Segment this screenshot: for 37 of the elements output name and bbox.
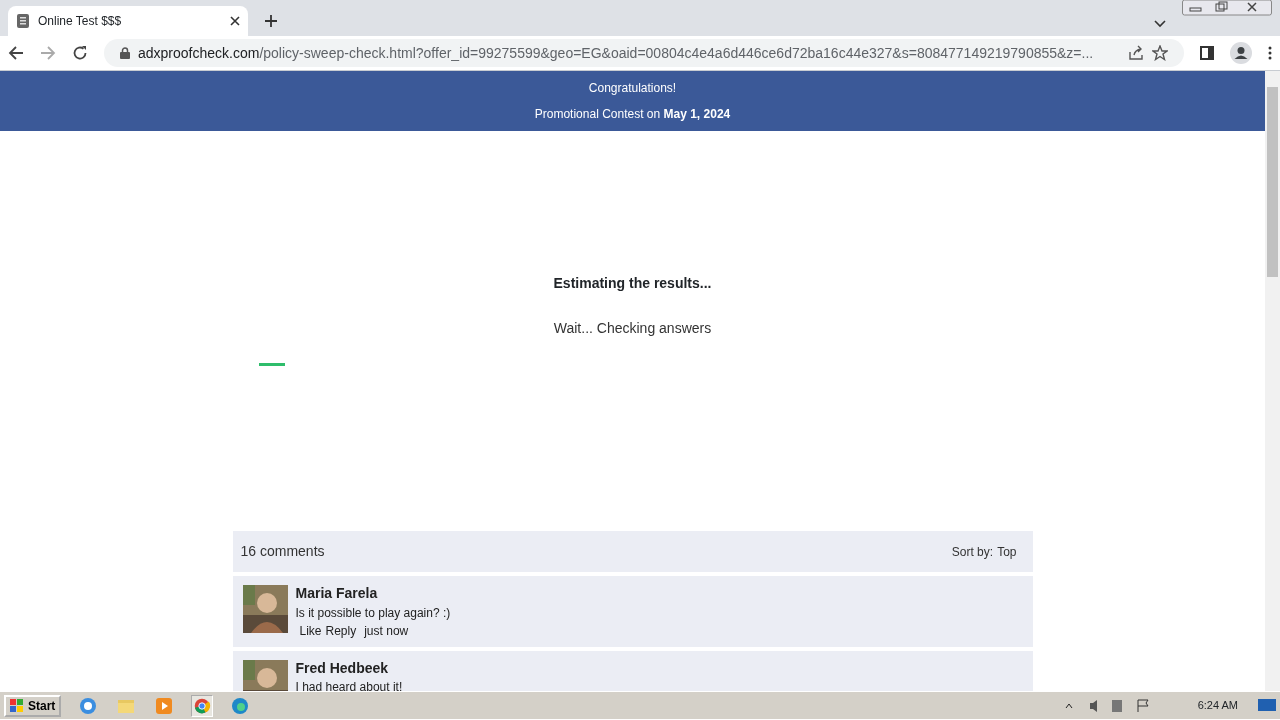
comment-count: 16 comments — [240, 542, 325, 561]
url-text: adxproofcheck.com/policy-sweep-check.html?offer_id=99275599&geo=EG&oaid=00804c4e4a6d446ce6d72ba16c44e327&s=808477149219790855&z=... — [138, 43, 1095, 63]
share-icon[interactable] — [1128, 45, 1144, 61]
address-bar[interactable]: adxproofcheck.com/policy-sweep-check.html?offer_id=99275599&geo=EG&oaid=00804c4e4a6d446ce6d72ba16c44e327&s=808477149219790855&z=... — [104, 39, 1184, 67]
comment-text: I had heard about it! — [295, 680, 403, 691]
window-controls-icon[interactable] — [1182, 0, 1272, 16]
windows-logo-icon — [10, 698, 24, 713]
lock-icon — [120, 47, 130, 59]
document-icon — [16, 13, 30, 29]
chrome-icon[interactable] — [191, 694, 214, 717]
like-link[interactable]: Like — [299, 623, 322, 639]
banner-title: Congratulations! — [588, 80, 677, 97]
desktop-icon[interactable] — [1258, 698, 1276, 713]
comment-author[interactable]: Fred Hedbeek — [295, 659, 403, 677]
start-button[interactable]: Start — [4, 694, 62, 717]
side-panel-icon[interactable] — [1200, 46, 1214, 60]
scrollbar[interactable] — [1265, 71, 1280, 691]
sort-option[interactable]: Top — [997, 542, 1017, 561]
back-icon[interactable] — [8, 45, 24, 61]
contest-date-text: Promotional Contest on May 1, 2024 — [534, 106, 731, 123]
comment-text: Is it possible to play again? :) — [295, 605, 451, 621]
clock: 6:24 AM — [1197, 698, 1239, 714]
chevron-down-icon[interactable] — [1154, 20, 1166, 28]
tab-title: Online Test $$$ — [38, 13, 123, 30]
comment-author[interactable]: Maria Farela — [295, 585, 451, 603]
close-icon[interactable] — [230, 16, 240, 26]
star-icon[interactable] — [1152, 45, 1168, 61]
browser-tab[interactable]: Online Test $$$ — [8, 6, 248, 36]
new-tab-icon[interactable] — [264, 14, 278, 28]
status-message: Wait... Checking answers — [553, 319, 712, 338]
profile-icon[interactable] — [1230, 42, 1252, 64]
reply-link[interactable]: Reply — [325, 623, 357, 639]
status-heading: Estimating the results... — [553, 274, 712, 293]
menu-icon[interactable] — [1268, 46, 1272, 60]
sort-label: Sort by: — [951, 543, 994, 561]
reload-icon[interactable] — [72, 45, 88, 61]
comment-time: just now — [364, 623, 409, 639]
